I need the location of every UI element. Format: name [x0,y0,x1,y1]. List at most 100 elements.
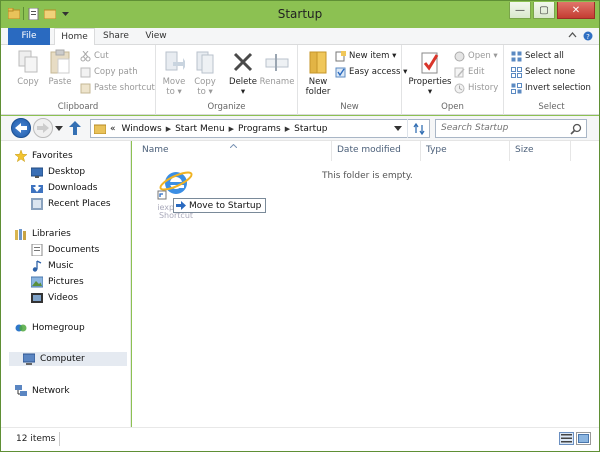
new-item-button[interactable]: New item ▾ [335,50,396,63]
tab-file[interactable]: File [8,28,50,45]
organize-group: Move to ▾ Copy to ▾ Delete ▾ Rename Orga… [156,45,298,115]
column-header-name[interactable]: Name [142,145,169,155]
column-divider[interactable] [331,141,332,161]
nav-homegroup[interactable]: Homegroup [15,321,85,335]
back-button[interactable] [11,118,31,138]
pictures-icon [31,276,43,288]
internet-explorer-icon [157,171,193,200]
paste-button[interactable]: Paste [45,49,75,87]
nav-music[interactable]: Music [31,259,74,273]
maximize-button[interactable]: ▢ [533,2,555,19]
nav-pictures[interactable]: Pictures [31,275,84,289]
easy-access-button[interactable]: Easy access ▾ [335,66,407,79]
edit-icon [454,67,465,78]
breadcrumb-windows[interactable]: Windows [118,124,166,134]
copy-to-button[interactable]: Copy to ▾ [190,49,220,97]
copy-button[interactable]: Copy [13,49,43,87]
scissors-icon [80,51,91,62]
copy-to-icon [193,49,217,75]
cut-button[interactable]: Cut [80,50,109,63]
navigation-buttons [11,118,83,138]
properties-button[interactable]: Properties ▾ [408,49,452,97]
nav-libraries[interactable]: Libraries [15,227,71,241]
column-divider[interactable] [509,141,510,161]
clipboard-group: Copy Paste Cut Copy path Paste shortcut … [1,45,156,115]
search-input[interactable] [436,120,561,136]
rename-button[interactable]: Rename [259,49,295,87]
breadcrumb-startup[interactable]: Startup [290,124,331,134]
new-group-label: New [340,102,359,112]
delete-button[interactable]: Delete ▾ [226,49,260,97]
help-icon[interactable]: ? [583,31,593,43]
recent-places-icon [31,198,43,210]
nav-favorites[interactable]: Favorites [15,149,73,163]
nav-recent-places[interactable]: Recent Places [31,197,111,211]
tab-share[interactable]: Share [99,28,133,45]
large-icons-view-icon [578,434,589,443]
new-folder-icon [306,49,330,75]
back-arrow-icon [15,123,27,133]
history-button[interactable]: History [454,82,498,95]
select-none-icon [511,67,522,78]
videos-icon [31,292,43,304]
open-group-label: Open [441,102,464,112]
select-all-button[interactable]: Select all [511,50,564,63]
network-icon [15,385,27,397]
tab-view[interactable]: View [141,28,171,45]
open-button[interactable]: Open ▾ [454,50,498,63]
file-list-pane[interactable]: Name Date modified Type Size This folder… [132,141,599,427]
nav-downloads[interactable]: Downloads [31,181,97,195]
move-to-button[interactable]: Move to ▾ [159,49,189,97]
refresh-button[interactable] [407,119,429,138]
column-header-size[interactable]: Size [515,145,533,155]
nav-videos[interactable]: Videos [31,291,78,305]
tab-home[interactable]: Home [54,28,95,46]
title-bar[interactable]: Startup — ▢ ✕ [1,1,599,29]
paste-shortcut-button[interactable]: Paste shortcut [80,82,155,95]
explorer-window: Startup — ▢ ✕ File Home Share View ? Cop… [0,0,600,452]
breadcrumb-programs[interactable]: Programs [234,124,285,134]
minimize-ribbon-icon[interactable] [568,31,577,43]
nav-documents[interactable]: Documents [31,243,99,257]
new-folder-button[interactable]: New folder [301,49,335,97]
address-row: « Windows ▶ Start Menu ▶ Programs ▶ Star… [1,116,599,141]
details-view-button[interactable] [559,432,574,445]
new-group: New folder New item ▾ Easy access ▾ New [298,45,407,115]
item-count: 12 items [16,434,56,444]
address-dropdown-icon[interactable] [394,126,402,132]
select-all-icon [511,51,522,62]
breadcrumb-start-menu[interactable]: Start Menu [171,124,229,134]
clipboard-group-label: Clipboard [57,102,99,112]
up-arrow-icon[interactable] [69,121,83,135]
large-icons-view-button[interactable] [576,432,591,445]
rename-icon [265,49,289,75]
search-icon[interactable] [569,122,583,136]
column-header-type[interactable]: Type [426,145,447,155]
column-divider[interactable] [420,141,421,161]
select-group: Select all Select none Invert selection … [504,45,599,115]
forward-button[interactable] [33,118,53,138]
nav-computer[interactable]: Computer [9,352,127,366]
select-none-button[interactable]: Select none [511,66,575,79]
address-bar[interactable]: « Windows ▶ Start Menu ▶ Programs ▶ Star… [90,119,430,138]
invert-selection-icon [511,83,522,94]
nav-network[interactable]: Network [15,384,70,398]
edit-button[interactable]: Edit [454,66,484,79]
column-divider[interactable] [570,141,571,161]
breadcrumb-overflow[interactable]: « [106,124,118,134]
recent-locations-icon[interactable] [55,125,64,131]
status-bar: 12 items [1,427,599,451]
drag-tooltip: Move to Startup [173,198,267,213]
close-button[interactable]: ✕ [557,2,595,19]
minimize-button[interactable]: — [509,2,531,19]
invert-selection-button[interactable]: Invert selection [511,82,591,95]
forward-arrow-icon [37,123,49,133]
select-group-label: Select [538,102,565,112]
copy-path-button[interactable]: Copy path [80,66,138,79]
column-header-date-modified[interactable]: Date modified [337,145,401,155]
nav-desktop[interactable]: Desktop [31,165,85,179]
homegroup-icon [15,322,27,334]
copy-path-icon [80,67,91,78]
organize-group-label: Organize [207,102,246,112]
move-arrow-icon [176,201,186,210]
